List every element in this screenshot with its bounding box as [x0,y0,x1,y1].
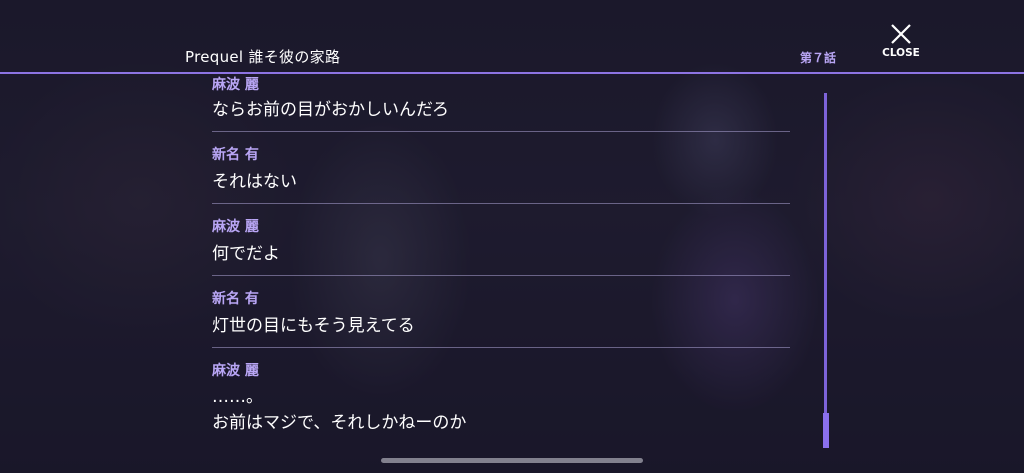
episode-title: Prequel 誰そ彼の家路 [185,48,341,66]
speaker-name: 麻波 麗 [212,219,259,235]
close-button[interactable]: CLOSE [876,20,926,66]
speaker-name: 麻波 麗 [212,77,259,93]
chapter-label: 第７話 [800,51,837,65]
dialogue-line: 何でだよ [212,244,280,264]
dialogue-line: ならお前の目がおかしいんだろ [212,100,449,120]
entry-divider [212,203,790,204]
entry-divider [212,347,790,348]
entry-divider [212,275,790,276]
scrollbar-thumb[interactable] [823,413,829,448]
dialogue-line: 灯世の目にもそう見えてる [212,316,415,336]
speaker-name: 新名 有 [212,291,259,307]
entry-divider [212,131,790,132]
close-icon[interactable] [890,23,912,45]
dialogue-line: それはない [212,172,297,192]
close-label[interactable]: CLOSE [876,47,926,59]
speaker-name: 麻波 麗 [212,363,259,379]
dialogue-line: お前はマジで、それしかねーのか [212,413,467,433]
scrollbar-track[interactable] [824,93,827,448]
home-indicator[interactable] [381,458,643,463]
log-header: Prequel 誰そ彼の家路 第７話 CLOSE [0,0,1024,74]
dialogue-line: ……。 [212,387,263,407]
speaker-name: 新名 有 [212,147,259,163]
dialogue-log[interactable]: 麻波 麗 ならお前の目がおかしいんだろ 新名 有 それはない 麻波 麗 何でだよ… [212,74,790,454]
